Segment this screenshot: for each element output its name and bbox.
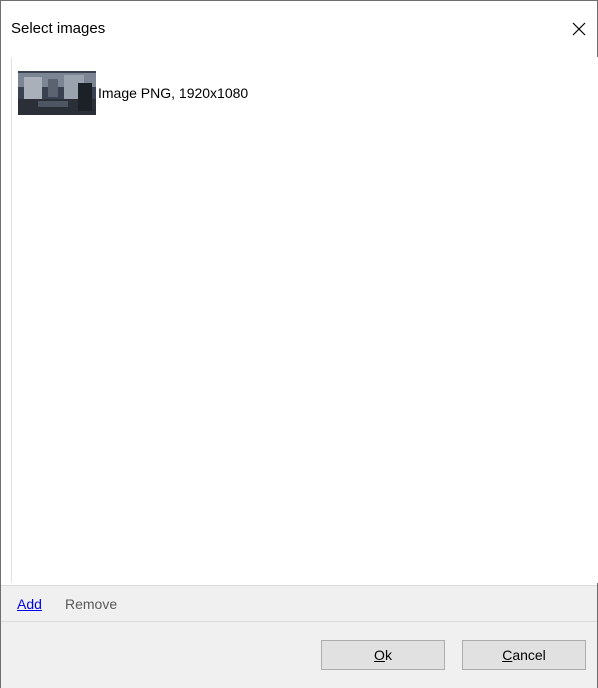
close-icon [572, 22, 586, 36]
cancel-button[interactable]: Cancel [462, 640, 586, 670]
action-links-bar: Add Remove [1, 585, 597, 622]
button-bar: Ok Cancel [1, 621, 597, 688]
close-button[interactable] [561, 11, 597, 47]
thumbnail-picture-icon [18, 71, 96, 115]
ok-label-rest: k [384, 647, 392, 663]
ok-button[interactable]: Ok [321, 640, 445, 670]
select-images-dialog: Select images Image PNG, 1920x1080 Add R… [0, 0, 598, 688]
cancel-mnemonic: C [502, 647, 513, 663]
cancel-label-rest: ancel [512, 647, 546, 663]
ok-mnemonic: O [374, 647, 385, 663]
dialog-title: Select images [11, 20, 106, 37]
image-label: Image PNG, 1920x1080 [98, 85, 249, 101]
image-thumbnail [18, 71, 96, 115]
image-list[interactable]: Image PNG, 1920x1080 [11, 57, 598, 583]
add-link[interactable]: Add [17, 596, 42, 612]
title-bar: Select images [1, 1, 597, 57]
remove-link[interactable]: Remove [65, 596, 117, 612]
list-item[interactable]: Image PNG, 1920x1080 [18, 70, 248, 116]
